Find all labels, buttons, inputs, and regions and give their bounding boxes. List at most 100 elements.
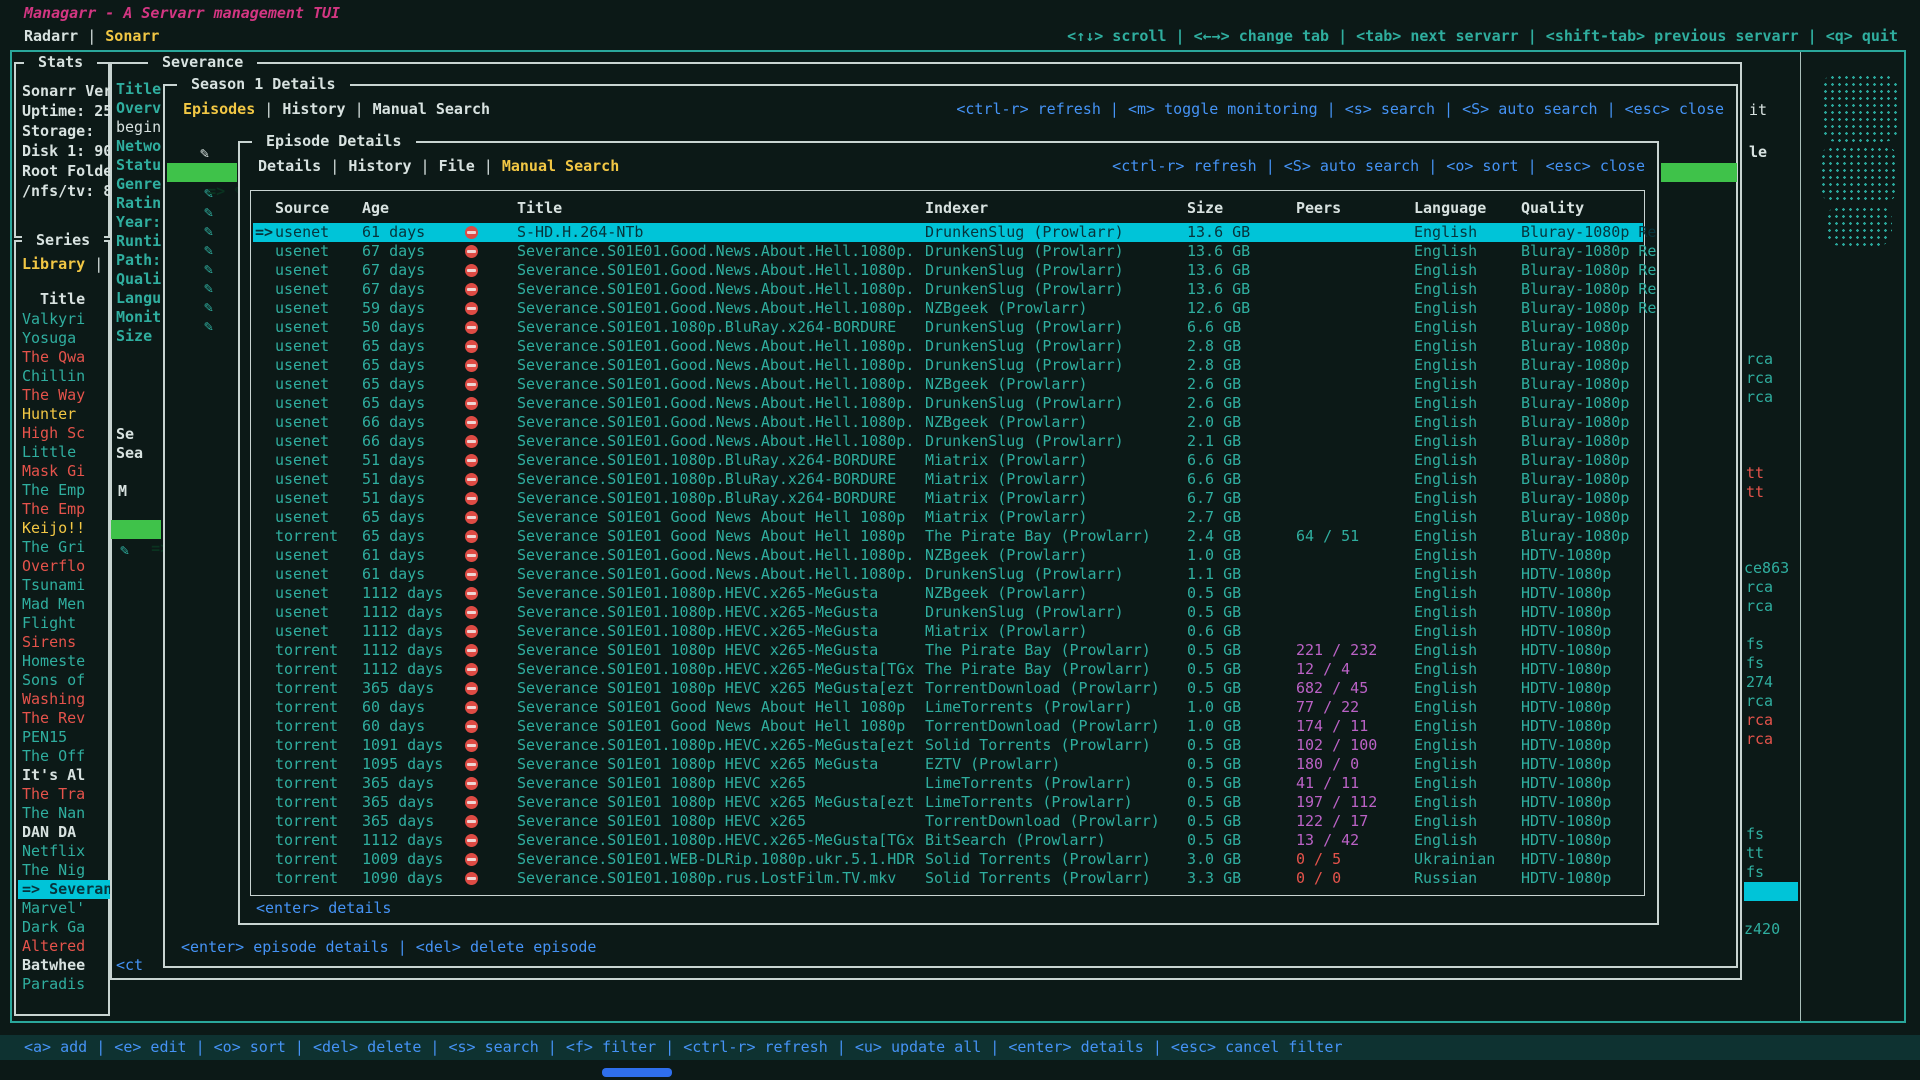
rejected-icon (465, 663, 478, 676)
series-list-item[interactable]: Keijo!! (18, 519, 110, 538)
release-row[interactable]: usenet 51 days Severance.S01E01.1080p.Bl… (253, 451, 1643, 470)
series-list-item[interactable]: DAN DA (18, 823, 110, 842)
release-row[interactable]: usenet 65 days Severance.S01E01.Good.New… (253, 394, 1643, 413)
release-title: Severance.S01E01.Good.News.About.Hell.10… (517, 432, 914, 451)
release-row[interactable]: usenet 65 days Severance S01E01 Good New… (253, 508, 1643, 527)
episode-modal-tab[interactable]: Manual Search (475, 157, 620, 175)
release-row[interactable]: torrent 365 days Severance S01E01 1080p … (253, 774, 1643, 793)
series-list-item[interactable]: Paradis (18, 975, 110, 994)
release-row[interactable]: usenet 1112 days Severance.S01E01.1080p.… (253, 603, 1643, 622)
release-indexer: DrunkenSlug (Prowlarr) (925, 337, 1124, 356)
release-row[interactable]: usenet 50 days Severance.S01E01.1080p.Bl… (253, 318, 1643, 337)
release-age: 61 days (362, 546, 425, 565)
release-row[interactable]: usenet 66 days Severance.S01E01.Good.New… (253, 413, 1643, 432)
release-row[interactable]: torrent 1095 days Severance S01E01 1080p… (253, 755, 1643, 774)
release-row[interactable]: usenet 65 days Severance.S01E01.Good.New… (253, 375, 1643, 394)
series-list-item[interactable]: The Nig (18, 861, 110, 880)
release-row[interactable]: usenet 67 days Severance.S01E01.Good.New… (253, 280, 1643, 299)
release-row[interactable]: usenet 1112 days Severance.S01E01.1080p.… (253, 622, 1643, 641)
release-size: 0.5 GB (1187, 603, 1241, 622)
release-row[interactable]: usenet 59 days Severance.S01E01.Good.New… (253, 299, 1643, 318)
release-row[interactable]: usenet 51 days Severance.S01E01.1080p.Bl… (253, 489, 1643, 508)
series-list-item[interactable]: Flight (18, 614, 110, 633)
release-row[interactable]: usenet 1112 days Severance.S01E01.1080p.… (253, 584, 1643, 603)
series-list-item[interactable]: High Sc (18, 424, 110, 443)
release-language: English (1414, 603, 1477, 622)
release-row[interactable]: torrent 365 days Severance S01E01 1080p … (253, 812, 1643, 831)
season-modal-tab[interactable]: Episodes (183, 100, 255, 118)
release-row[interactable]: torrent 1091 days Severance.S01E01.1080p… (253, 736, 1643, 755)
series-list-item[interactable]: Sons of (18, 671, 110, 690)
series-list-item[interactable]: Tsunami (18, 576, 110, 595)
release-row[interactable]: usenet 67 days Severance.S01E01.Good.New… (253, 242, 1643, 261)
release-row[interactable]: torrent 1112 days Severance.S01E01.1080p… (253, 831, 1643, 850)
release-row[interactable]: usenet 61 days Severance.S01E01.Good.New… (253, 565, 1643, 584)
release-row[interactable]: torrent 65 days Severance S01E01 Good Ne… (253, 527, 1643, 546)
release-source: usenet (275, 394, 329, 413)
series-list-item[interactable]: Altered (18, 937, 110, 956)
series-list-item[interactable]: Yosuga (18, 329, 110, 348)
release-indexer: Miatrix (Prowlarr) (925, 622, 1088, 641)
selected-season-row-fragment[interactable]: => S (111, 520, 161, 539)
series-list-item[interactable]: PEN15 (18, 728, 110, 747)
series-list-item[interactable]: Washing (18, 690, 110, 709)
season-modal-tab[interactable]: Manual Search (346, 100, 491, 118)
release-row[interactable]: => usenet 61 days S-HD.H.264-NTb Drunken… (253, 223, 1643, 242)
release-row[interactable]: usenet 67 days Severance.S01E01.Good.New… (253, 261, 1643, 280)
series-list-item[interactable]: The Off (18, 747, 110, 766)
series-list-item[interactable]: The Qwa (18, 348, 110, 367)
series-list-item[interactable]: => Severan (18, 880, 110, 899)
release-quality: HDTV-1080p (1521, 793, 1611, 812)
series-list-item[interactable]: Little (18, 443, 110, 462)
season-modal-tab[interactable]: History (255, 100, 345, 118)
series-list-item[interactable]: The Emp (18, 481, 110, 500)
release-row[interactable]: torrent 365 days Severance S01E01 1080p … (253, 793, 1643, 812)
series-list-item[interactable]: The Emp (18, 500, 110, 519)
release-row[interactable]: usenet 61 days Severance.S01E01.Good.New… (253, 546, 1643, 565)
app-tab[interactable]: Sonarr (78, 27, 159, 45)
release-source: torrent (275, 793, 338, 812)
release-row[interactable]: torrent 60 days Severance S01E01 Good Ne… (253, 698, 1643, 717)
episode-modal-tab[interactable]: File (412, 157, 475, 175)
series-panel: Series Library Title ValkyriYosugaThe Qw… (14, 240, 110, 1016)
release-age: 1112 days (362, 641, 443, 660)
series-list-item[interactable]: Mad Men (18, 595, 110, 614)
episode-modal-tab[interactable]: Details (258, 157, 321, 175)
series-list-item[interactable]: Netflix (18, 842, 110, 861)
release-row[interactable]: torrent 60 days Severance S01E01 Good Ne… (253, 717, 1643, 736)
series-list-item[interactable]: Mask Gi (18, 462, 110, 481)
series-list-item[interactable]: Homeste (18, 652, 110, 671)
series-list-item[interactable]: The Way (18, 386, 110, 405)
series-list-item[interactable]: Marvel' (18, 899, 110, 918)
release-row[interactable]: torrent 1009 days Severance.S01E01.WEB-D… (253, 850, 1643, 869)
series-tab-library[interactable]: Library (22, 255, 85, 273)
release-row[interactable]: torrent 1090 days Severance.S01E01.1080p… (253, 869, 1643, 888)
release-row[interactable]: torrent 1112 days Severance.S01E01.1080p… (253, 660, 1643, 679)
series-list-item[interactable]: The Rev (18, 709, 110, 728)
release-row[interactable]: torrent 365 days Severance S01E01 1080p … (253, 679, 1643, 698)
release-size: 6.6 GB (1187, 451, 1241, 470)
series-list-item[interactable]: Batwhee (18, 956, 110, 975)
results-table-header: SourceAgeTitleIndexerSizePeersLanguageQu… (253, 199, 1643, 218)
release-row[interactable]: usenet 65 days Severance.S01E01.Good.New… (253, 337, 1643, 356)
release-age: 59 days (362, 299, 425, 318)
selected-episode-row-left-sliver[interactable]: => ✎ (167, 163, 237, 182)
app-tab[interactable]: Radarr (24, 27, 78, 45)
series-list-item[interactable]: Hunter (18, 405, 110, 424)
release-row[interactable]: torrent 1112 days Severance S01E01 1080p… (253, 641, 1643, 660)
series-list-item[interactable]: Overflo (18, 557, 110, 576)
series-list-item[interactable]: It's Al (18, 766, 110, 785)
release-quality: HDTV-1080p (1521, 831, 1611, 850)
series-list-item[interactable]: Sirens (18, 633, 110, 652)
episode-modal-tab[interactable]: History (321, 157, 411, 175)
series-list-item[interactable]: The Gri (18, 538, 110, 557)
series-list-item[interactable]: The Nan (18, 804, 110, 823)
release-row[interactable]: usenet 65 days Severance.S01E01.Good.New… (253, 356, 1643, 375)
series-list-item[interactable]: Valkyri (18, 310, 110, 329)
series-list-item[interactable]: Chillin (18, 367, 110, 386)
series-list-item[interactable]: Dark Ga (18, 918, 110, 937)
series-list-item[interactable]: The Tra (18, 785, 110, 804)
release-row[interactable]: usenet 66 days Severance.S01E01.Good.New… (253, 432, 1643, 451)
release-language: English (1414, 812, 1477, 831)
release-row[interactable]: usenet 51 days Severance.S01E01.1080p.Bl… (253, 470, 1643, 489)
